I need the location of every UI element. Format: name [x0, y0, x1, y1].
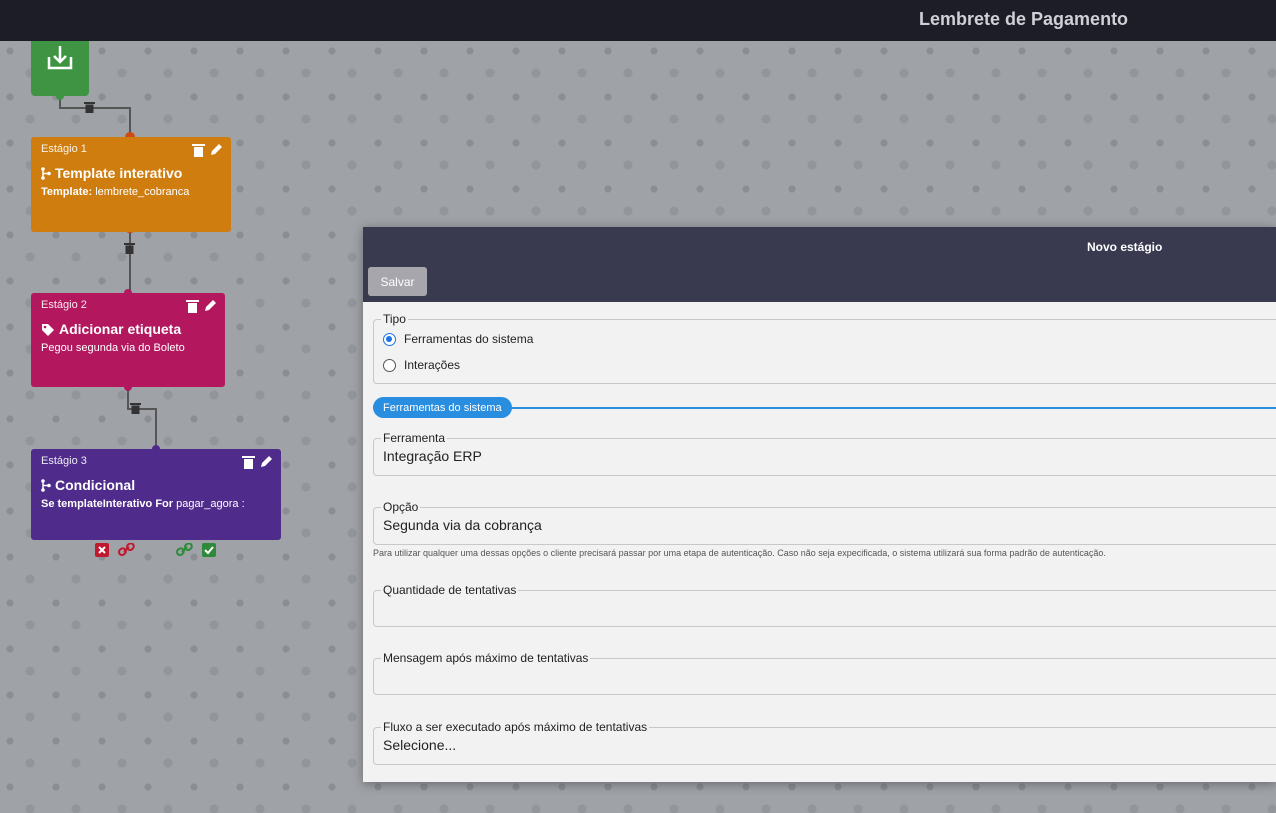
- branch-icon: [41, 166, 51, 180]
- condition-false-outputs: [95, 543, 135, 557]
- tipo-group: Tipo Ferramentas do sistema Interações: [373, 312, 1276, 384]
- check-square-icon[interactable]: [202, 543, 216, 557]
- delete-connection-icon[interactable]: [124, 242, 135, 254]
- section-label: Ferramentas do sistema: [373, 397, 512, 418]
- stage-node-2[interactable]: Estágio 2 Adicionar etiqueta Pegou segun…: [31, 293, 225, 387]
- tag-icon: [42, 323, 54, 336]
- radio-button[interactable]: [383, 358, 396, 372]
- modal-title: Novo estágio: [1087, 240, 1163, 254]
- pencil-icon[interactable]: [209, 143, 223, 157]
- link-icon[interactable]: [118, 543, 135, 557]
- max-attempts-message-field[interactable]: Mensagem após máximo de tentativas: [373, 651, 1276, 695]
- field-legend: Fluxo a ser executado após máximo de ten…: [383, 720, 648, 734]
- link-icon[interactable]: [176, 543, 193, 557]
- delete-connection-icon[interactable]: [84, 101, 95, 113]
- pencil-icon[interactable]: [259, 455, 273, 469]
- ferramenta-field[interactable]: Ferramenta Integração ERP: [373, 431, 1276, 476]
- tipo-legend: Tipo: [383, 312, 406, 326]
- stage-description: Pegou segunda via do Boleto: [41, 342, 185, 354]
- new-stage-modal: Novo estágio Salvar Tipo Ferramentas do …: [363, 227, 1276, 782]
- modal-header: Novo estágio Salvar: [363, 227, 1276, 302]
- stage-description: Template: lembrete_cobranca: [41, 186, 190, 198]
- field-legend: Mensagem após máximo de tentativas: [383, 651, 589, 665]
- stage-title: Adicionar etiqueta: [59, 321, 182, 337]
- top-bar: Lembrete de Pagamento: [0, 0, 1276, 41]
- stage-description: Se templateInterativo For pagar_agora :: [41, 498, 245, 510]
- ferramenta-value[interactable]: Integração ERP: [383, 448, 1276, 464]
- condition-true-outputs: [176, 543, 216, 557]
- flow-after-max-select[interactable]: Selecione...: [383, 737, 1276, 753]
- download-icon: [47, 46, 73, 70]
- stage-title: Condicional: [55, 477, 136, 493]
- save-button[interactable]: Salvar: [368, 267, 427, 296]
- close-square-icon[interactable]: [95, 543, 109, 557]
- radio-label: Interações: [404, 358, 461, 372]
- field-legend: Opção: [383, 500, 419, 514]
- field-legend: Quantidade de tentativas: [383, 583, 517, 597]
- quantity-attempts-field[interactable]: Quantidade de tentativas: [373, 583, 1276, 627]
- trash-icon[interactable]: [242, 455, 255, 469]
- radio-button-checked[interactable]: [383, 332, 396, 346]
- trash-icon[interactable]: [186, 299, 199, 313]
- pencil-icon[interactable]: [203, 299, 217, 313]
- branch-icon: [41, 478, 51, 492]
- delete-connection-icon[interactable]: [130, 402, 141, 414]
- trash-icon[interactable]: [192, 143, 205, 157]
- opcao-field[interactable]: Opção Segunda via da cobrança: [373, 500, 1276, 545]
- stage-node-3[interactable]: Estágio 3 Condicional Se templateInterat…: [31, 449, 281, 540]
- field-legend: Ferramenta: [383, 431, 446, 445]
- radio-option-interactions[interactable]: Interações: [383, 352, 1276, 378]
- page-title: Lembrete de Pagamento: [919, 9, 1129, 29]
- flow-after-max-field[interactable]: Fluxo a ser executado após máximo de ten…: [373, 720, 1276, 765]
- stage-node-1[interactable]: Estágio 1 Template interativo Template: …: [31, 137, 231, 232]
- radio-option-system-tools[interactable]: Ferramentas do sistema: [383, 326, 1276, 352]
- opcao-value[interactable]: Segunda via da cobrança: [383, 517, 1276, 533]
- start-node[interactable]: [31, 41, 89, 96]
- stage-title: Template interativo: [55, 165, 183, 181]
- auth-hint-text: Para utilizar qualquer uma dessas opções…: [373, 548, 1106, 558]
- stage-number: Estágio 3: [41, 455, 87, 467]
- radio-label: Ferramentas do sistema: [404, 332, 534, 346]
